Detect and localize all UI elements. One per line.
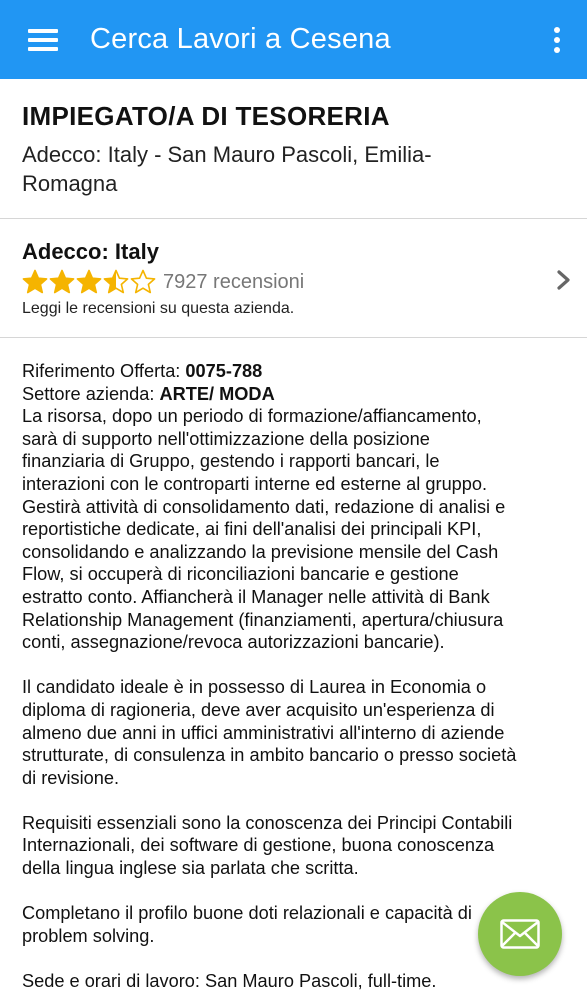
app-bar-title: Cerca Lavori a Cesena xyxy=(90,23,391,55)
email-fab-button[interactable] xyxy=(478,892,562,976)
reference-label: Riferimento Offerta: xyxy=(22,361,186,381)
job-title: IMPIEGATO/A DI TESORERIA xyxy=(22,101,390,131)
job-description: Riferimento Offerta: 0075-788 Settore az… xyxy=(22,360,572,993)
job-company-location: Adecco: Italy - San Mauro Pascoli, Emili… xyxy=(22,142,432,196)
description-paragraph: Requisiti essenziali sono la conoscenza … xyxy=(22,812,513,879)
reference-value: 0075-788 xyxy=(185,361,263,381)
more-vert-icon[interactable] xyxy=(527,0,587,79)
star-rating xyxy=(22,269,157,295)
star-full-icon xyxy=(76,269,102,294)
rating-line: 7927 recensioni xyxy=(22,269,565,295)
envelope-icon xyxy=(500,919,540,949)
chevron-right-icon xyxy=(557,270,570,290)
job-header: IMPIEGATO/A DI TESORERIA Adecco: Italy -… xyxy=(0,79,587,219)
sector-line: Settore azienda: ARTE/ MODA xyxy=(22,383,572,406)
reference-line: Riferimento Offerta: 0075-788 xyxy=(22,360,572,383)
reviews-link[interactable]: Leggi le recensioni su questa azienda. xyxy=(22,300,565,318)
sector-value: ARTE/ MODA xyxy=(159,383,275,404)
sector-label: Settore azienda: xyxy=(22,383,160,404)
reviews-count: 7927 recensioni xyxy=(163,270,305,293)
company-reviews-row[interactable]: Adecco: Italy 7927 recensioni Leggi le r… xyxy=(0,219,587,338)
star-full-icon xyxy=(22,269,48,294)
star-full-icon xyxy=(49,269,75,294)
star-empty-icon xyxy=(130,269,156,294)
star-half-icon xyxy=(103,269,129,294)
description-paragraph: Sede e orari di lavoro: San Mauro Pascol… xyxy=(22,971,437,992)
description-paragraph: Il candidato ideale è in possesso di Lau… xyxy=(22,677,517,788)
company-name: Adecco: Italy xyxy=(22,239,159,264)
description-paragraph: La risorsa, dopo un periodo di formazion… xyxy=(22,406,506,653)
app-bar: Cerca Lavori a Cesena xyxy=(0,0,587,79)
hamburger-menu-icon[interactable] xyxy=(0,0,86,79)
